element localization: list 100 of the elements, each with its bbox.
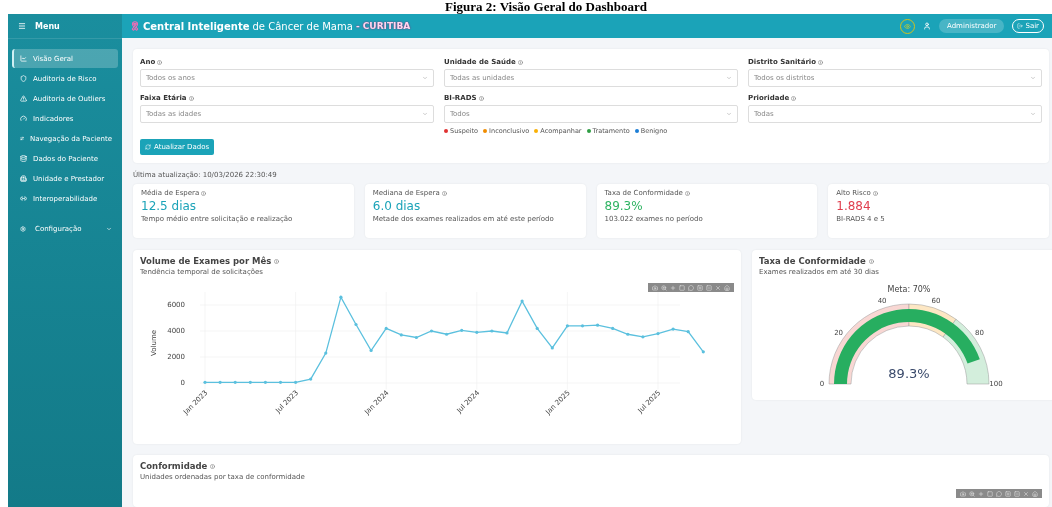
zoom-in-icon[interactable]	[697, 284, 703, 291]
panel-title: Conformidade	[140, 461, 1042, 471]
chart-icon	[20, 55, 27, 62]
kpi-value: 89.3%	[604, 199, 644, 213]
panel-title: Volume de Exames por Mês	[140, 256, 734, 266]
app-subtitle: de Câncer de Mama	[252, 20, 353, 32]
data-point	[324, 351, 328, 355]
data-point	[520, 299, 524, 303]
info-icon	[274, 258, 280, 264]
zoom-out-icon[interactable]	[1014, 490, 1020, 497]
data-point	[490, 329, 494, 333]
data-point	[309, 377, 313, 381]
data-point	[596, 323, 600, 327]
zoom-in-icon[interactable]	[1005, 490, 1011, 497]
data-point	[671, 327, 675, 331]
data-point	[535, 326, 539, 330]
data-point	[656, 332, 660, 336]
user-icon	[923, 22, 931, 30]
caret-icon	[726, 111, 732, 117]
caret-icon	[1030, 111, 1036, 117]
data-point	[445, 332, 449, 336]
kpi-value: 1.884	[836, 199, 872, 213]
lasso-icon[interactable]	[688, 284, 694, 291]
chevron-down-icon	[106, 225, 112, 232]
gauge-value: 89.3%	[888, 366, 930, 381]
info-icon	[872, 190, 878, 196]
data-point	[354, 322, 358, 327]
info-icon	[478, 95, 484, 101]
app-title: Central Inteligente	[143, 20, 250, 32]
city-label: - CURITIBA	[355, 21, 411, 31]
data-point	[565, 324, 569, 328]
shield-icon	[20, 75, 27, 82]
info-icon	[210, 463, 216, 469]
data-point	[369, 348, 373, 353]
home-icon[interactable]	[1032, 490, 1038, 497]
data-point	[626, 332, 630, 336]
zoom-out-icon[interactable]	[706, 284, 712, 291]
box-select-icon[interactable]	[679, 284, 685, 291]
info-icon	[791, 95, 797, 101]
info-icon	[684, 190, 690, 196]
panel-title: Taxa de Conformidade	[759, 256, 1049, 266]
data-point	[278, 380, 283, 384]
caret-icon	[1030, 75, 1036, 81]
target-label: Meta: 70%	[887, 285, 931, 294]
settings-icon	[20, 225, 26, 232]
link-icon	[20, 195, 27, 202]
autoscale-icon[interactable]	[1023, 490, 1029, 497]
home-icon[interactable]	[724, 284, 730, 291]
refresh-icon	[145, 144, 151, 150]
data-point	[429, 329, 434, 333]
data-point	[203, 380, 207, 384]
kpi-value: 6.0 dias	[372, 199, 422, 213]
data-point	[218, 380, 222, 384]
info-icon	[201, 190, 207, 196]
data-point	[384, 326, 388, 330]
caret-icon	[726, 75, 732, 81]
info-icon	[441, 190, 447, 196]
logout-icon	[1017, 23, 1024, 29]
data-point	[550, 346, 554, 350]
data-point	[263, 380, 267, 384]
camera-icon[interactable]	[652, 284, 658, 291]
figure-caption: Figura 2: Visão Geral do Dashboard	[445, 0, 647, 14]
ribbon-icon	[130, 21, 140, 31]
menu-icon	[18, 22, 26, 30]
camera-icon[interactable]	[960, 490, 966, 497]
data-point	[414, 335, 418, 340]
pan-icon[interactable]	[670, 284, 676, 291]
sidebar-title: Menu	[35, 21, 60, 31]
info-icon	[818, 59, 824, 65]
data-point	[641, 335, 645, 339]
data-point	[701, 350, 705, 354]
data-point	[460, 328, 464, 332]
info-icon	[188, 95, 194, 101]
warning-icon	[20, 95, 27, 102]
data-point	[686, 330, 690, 334]
info-icon	[517, 59, 523, 65]
data-point	[611, 326, 615, 330]
box-select-icon[interactable]	[987, 490, 993, 497]
data-point	[339, 295, 343, 299]
data-point	[294, 380, 298, 384]
kpi-value: 12.5 dias	[141, 199, 198, 213]
pan-icon[interactable]	[978, 490, 984, 497]
zoom-icon[interactable]	[661, 284, 667, 291]
lasso-icon[interactable]	[996, 490, 1002, 497]
data-point	[233, 380, 237, 384]
info-icon	[157, 59, 163, 65]
caret-icon	[422, 111, 428, 117]
data-point	[505, 331, 509, 335]
data-point	[580, 324, 585, 328]
eye-icon	[904, 22, 911, 30]
data-point	[399, 333, 403, 337]
database-icon	[20, 155, 27, 162]
hospital-icon	[20, 175, 27, 182]
data-point	[475, 330, 479, 334]
info-icon	[868, 258, 874, 264]
data-point	[248, 380, 252, 384]
autoscale-icon[interactable]	[715, 284, 721, 291]
caret-icon	[422, 75, 428, 81]
zoom-icon[interactable]	[969, 490, 975, 497]
gauge-icon	[20, 115, 27, 122]
